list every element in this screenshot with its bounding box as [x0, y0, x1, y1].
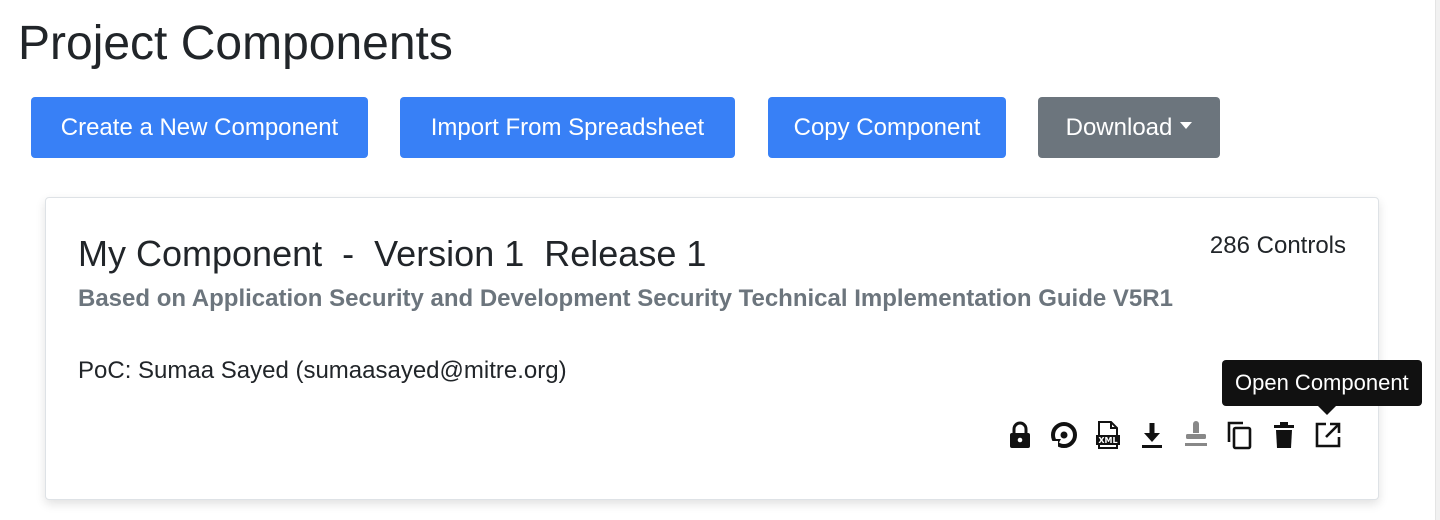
download-dropdown-button[interactable]: Download: [1038, 97, 1220, 158]
component-card: My Component - Version 1 Release 1 286 C…: [45, 197, 1379, 500]
component-title: My Component - Version 1 Release 1: [78, 230, 706, 278]
copy-icon[interactable]: [1224, 420, 1256, 450]
stamp-icon[interactable]: [1180, 420, 1212, 450]
controls-count: 286 Controls: [1209, 232, 1346, 259]
component-actions: XML: [1004, 420, 1344, 450]
title-separator: -: [342, 233, 355, 274]
trash-icon[interactable]: [1268, 420, 1300, 450]
xml-export-icon[interactable]: XML: [1092, 420, 1124, 450]
import-spreadsheet-button[interactable]: Import From Spreadsheet: [400, 97, 735, 158]
open-component-tooltip: Open Component: [1222, 360, 1422, 406]
component-version: Version 1: [374, 233, 525, 274]
history-icon[interactable]: [1048, 420, 1080, 450]
download-icon[interactable]: [1136, 420, 1168, 450]
open-external-icon[interactable]: [1312, 420, 1344, 450]
tooltip-arrow: [1318, 406, 1336, 415]
svg-text:XML: XML: [1098, 436, 1117, 445]
caret-down-icon: [1180, 122, 1193, 130]
download-dropdown-label: Download: [1065, 114, 1173, 141]
point-of-contact: PoC: Sumaa Sayed (sumaasayed@mitre.org): [78, 357, 567, 384]
scrollbar-track[interactable]: [1435, 0, 1440, 520]
create-component-button[interactable]: Create a New Component: [31, 97, 368, 158]
based-on-subtitle: Based on Application Security and Develo…: [78, 285, 1173, 312]
lock-icon[interactable]: [1004, 420, 1036, 450]
copy-component-button[interactable]: Copy Component: [768, 97, 1006, 158]
page-title: Project Components: [18, 17, 453, 70]
component-name: My Component: [78, 233, 323, 274]
component-release: Release 1: [544, 233, 707, 274]
